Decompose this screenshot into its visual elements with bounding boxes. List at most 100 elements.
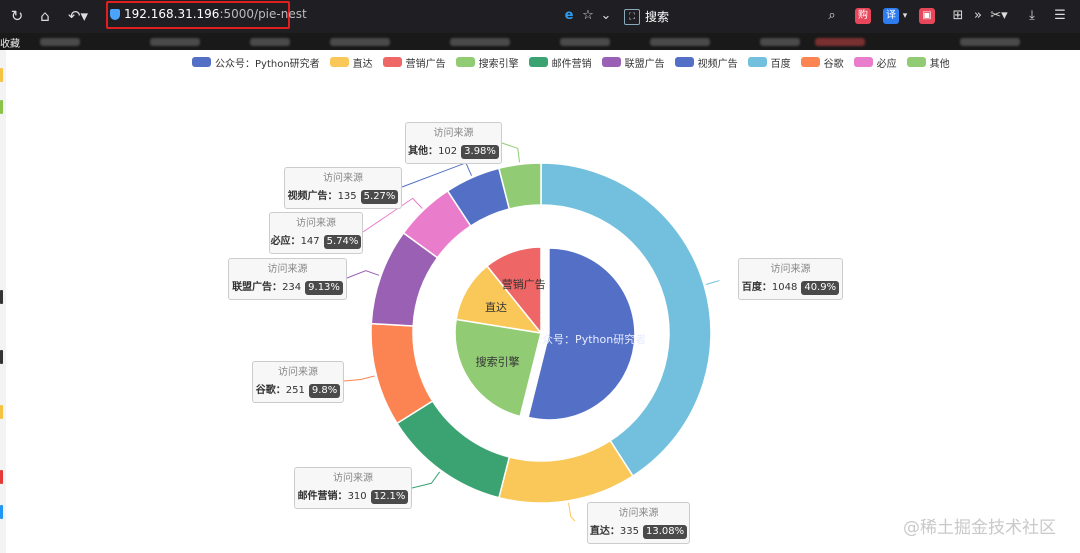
inner-slice-label: 直达 <box>485 300 507 314</box>
legend-item[interactable]: 公众号：Python研究者 <box>192 55 320 70</box>
legend-swatch <box>455 57 475 67</box>
inner-slice[interactable] <box>454 318 542 418</box>
outer-slice[interactable] <box>370 231 439 327</box>
legend-swatch <box>601 57 621 67</box>
legend-label: 营销广告 <box>405 58 446 70</box>
label-value: 102 <box>438 146 458 157</box>
label-name: 必应： <box>270 236 301 247</box>
url-host: 192.168.31.196 <box>124 7 220 21</box>
label-value: 1048 <box>771 282 798 293</box>
legend-label: 谷歌 <box>823 58 844 70</box>
outer-label-box: 访问来源 谷歌：251 9.8% <box>252 361 344 403</box>
shopping-icon[interactable]: 购 <box>855 8 871 24</box>
legend-label: 搜索引擎 <box>478 58 519 70</box>
security-shield-icon <box>110 9 120 20</box>
inner-slice[interactable] <box>485 246 542 336</box>
more-chevron-icon[interactable]: » <box>971 7 985 25</box>
ie-mode-icon[interactable]: e <box>561 7 577 25</box>
bookmark-item[interactable] <box>330 38 390 46</box>
bookmark-item[interactable] <box>760 38 800 46</box>
label-title: 访问来源 <box>333 473 373 484</box>
download-icon[interactable]: ⤓ <box>1024 7 1040 25</box>
home-icon[interactable]: ⌂ <box>34 5 56 27</box>
legend-item[interactable]: 联盟广告 <box>601 55 665 70</box>
bookmarks-label[interactable]: 收藏 <box>0 35 20 50</box>
legend-label: 联盟广告 <box>624 58 665 70</box>
bookmark-item[interactable] <box>150 38 200 46</box>
bookmark-item[interactable] <box>450 38 510 46</box>
label-title: 访问来源 <box>323 173 363 184</box>
bookmark-item[interactable] <box>650 38 710 46</box>
outer-slice[interactable] <box>498 162 542 210</box>
strip-marker <box>0 505 3 519</box>
strip-marker <box>0 290 3 304</box>
legend-item[interactable]: 直达 <box>329 55 373 70</box>
label-leader-line <box>411 471 441 489</box>
label-title: 访问来源 <box>618 508 659 519</box>
left-edge-strip <box>0 50 6 553</box>
inner-slice-label: 公众号：Python研究者 <box>531 332 646 346</box>
outer-slice[interactable] <box>370 322 434 425</box>
star-icon[interactable]: ☆ <box>580 7 596 25</box>
legend-swatch <box>674 57 694 67</box>
label-title: 访问来源 <box>296 218 336 229</box>
label-name: 百度： <box>741 282 772 293</box>
legend-swatch <box>747 57 767 67</box>
legend-item[interactable]: 视频广告 <box>674 55 738 70</box>
legend-swatch <box>853 57 873 67</box>
strip-marker <box>0 405 3 419</box>
label-row: 必应：147 5.74% <box>270 235 362 249</box>
label-name: 其他： <box>408 146 439 157</box>
label-percent: 12.1% <box>370 490 409 504</box>
legend-item[interactable]: 必应 <box>853 55 897 70</box>
label-value: 147 <box>300 236 320 247</box>
bookmark-item[interactable] <box>40 38 80 46</box>
legend-item[interactable]: 百度 <box>747 55 791 70</box>
chevron-down-icon[interactable]: ▾ <box>900 7 910 25</box>
label-percent: 3.98% <box>461 145 499 159</box>
label-leader-line <box>501 142 521 163</box>
outer-slice[interactable] <box>540 162 712 478</box>
label-percent: 5.74% <box>323 235 362 249</box>
outer-slice[interactable] <box>395 400 511 499</box>
translate-icon[interactable]: 译 <box>883 8 899 24</box>
apps-grid-icon[interactable]: ⊞ <box>950 7 966 25</box>
legend-item[interactable]: 搜索引擎 <box>455 55 519 70</box>
inner-slice-label: 搜索引擎 <box>476 355 520 369</box>
label-value: 310 <box>347 491 367 502</box>
undo-icon[interactable]: ↶▾ <box>64 5 92 27</box>
bookmark-item[interactable] <box>815 38 865 46</box>
browser-toolbar: ↻ ⌂ ↶▾ 192.168.31.196:5000/pie-nest e ☆ … <box>0 0 1080 33</box>
legend-swatch <box>528 57 548 67</box>
search-icon[interactable]: ⌕ <box>824 7 840 25</box>
legend-item[interactable]: 谷歌 <box>800 55 844 70</box>
outer-slice[interactable] <box>402 189 472 259</box>
legend-label: 百度 <box>770 58 791 70</box>
legend-item[interactable]: 邮件营销 <box>528 55 592 70</box>
inner-slice[interactable] <box>527 247 636 421</box>
label-title: 访问来源 <box>770 264 811 275</box>
outer-slice[interactable] <box>446 167 511 228</box>
strip-marker <box>0 350 3 364</box>
scissors-icon[interactable]: ✂▾ <box>988 7 1010 25</box>
address-bar-url[interactable]: 192.168.31.196:5000/pie-nest <box>124 7 307 21</box>
game-icon[interactable]: ▣ <box>919 8 935 24</box>
legend-label: 直达 <box>352 58 373 70</box>
label-value: 251 <box>285 385 305 396</box>
inner-slice[interactable] <box>455 264 543 335</box>
legend-item[interactable]: 营销广告 <box>382 55 446 70</box>
label-value: 234 <box>282 282 302 293</box>
chevron-down-icon[interactable]: ⌄ <box>598 7 614 25</box>
bookmark-item[interactable] <box>560 38 610 46</box>
menu-icon[interactable]: ☰ <box>1052 7 1068 25</box>
bookmark-item[interactable] <box>960 38 1020 46</box>
legend-item[interactable]: 其他 <box>906 55 950 70</box>
search-box[interactable]: 搜索 <box>645 8 669 25</box>
search-engine-icon[interactable]: ⛶ <box>624 9 640 25</box>
strip-marker <box>0 470 3 484</box>
label-value: 335 <box>619 526 639 537</box>
reload-icon[interactable]: ↻ <box>6 5 28 27</box>
bookmark-item[interactable] <box>250 38 290 46</box>
label-percent: 13.08% <box>642 525 688 539</box>
outer-slice[interactable] <box>498 439 634 504</box>
